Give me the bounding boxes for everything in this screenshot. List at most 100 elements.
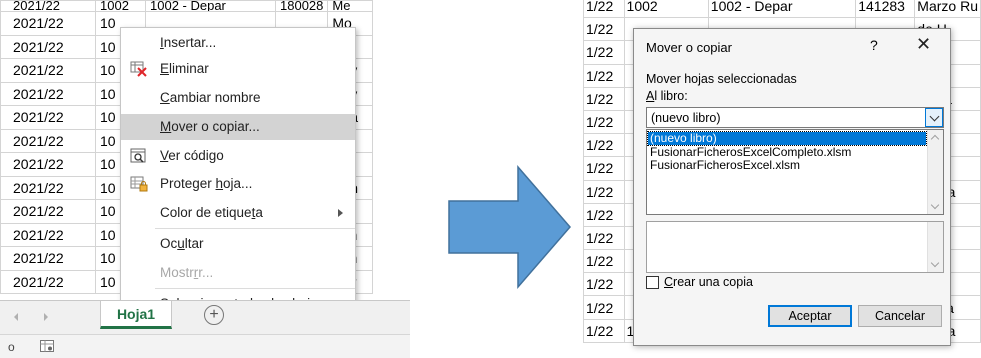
status-text: o	[8, 340, 15, 354]
sheet-context-menu: Insertar... Eliminar Cambiar nombre Move…	[120, 27, 356, 319]
table-cell[interactable]: 1/22	[583, 133, 625, 158]
table-cell[interactable]: 2021/22	[0, 246, 96, 271]
table-cell[interactable]: 2021/22	[0, 81, 96, 106]
table-cell[interactable]: 1002	[623, 0, 709, 19]
dialog-title: Mover o copiar	[646, 40, 732, 55]
table-cell[interactable]: 1/22	[583, 318, 625, 343]
table-cell[interactable]: 1/22	[583, 295, 625, 320]
table-cell[interactable]: 2021/22	[0, 222, 96, 247]
table-cell[interactable]: 2021/22	[0, 199, 96, 224]
menu-item-tab-color-label-b: a	[255, 205, 263, 220]
menu-item-delete[interactable]: Eliminar	[121, 56, 355, 82]
right-arrow-icon	[448, 165, 571, 290]
table-cell[interactable]: 1/22	[583, 202, 625, 227]
menu-item-protect-label-b: oja...	[223, 176, 253, 191]
close-button[interactable]: ✕	[916, 34, 931, 55]
excel-sheet-right: 1/2210021002 - Depar141283Marzo Ru1/22de…	[583, 0, 981, 358]
menu-separator	[155, 288, 355, 289]
status-bar: o	[0, 334, 410, 358]
scroll-up-icon[interactable]	[930, 134, 940, 144]
menu-item-unhide-label-b: r...	[198, 265, 214, 280]
create-copy-checkbox[interactable]	[646, 276, 659, 289]
table-cell[interactable]: 1002 - Depar	[707, 0, 857, 19]
menu-separator	[155, 228, 355, 229]
menu-item-move-copy[interactable]: Mover o copiar...	[121, 114, 355, 140]
prev-sheet-icon[interactable]	[14, 313, 18, 321]
table-cell[interactable]: 2021/22	[0, 152, 96, 177]
table-row: 1/22 1002 1002 - Depar 141283 Marzo Ru	[583, 0, 981, 19]
menu-item-insert[interactable]: Insertar...	[121, 30, 355, 56]
table-cell[interactable]: 2021/22	[0, 11, 96, 36]
sheet-list-scrollbar[interactable]	[927, 222, 943, 272]
dropdown-scrollbar[interactable]	[927, 130, 943, 214]
menu-item-protect-label-a: Proteger	[160, 176, 216, 191]
sheet-tab-bar: Hoja1 +	[0, 300, 410, 334]
accept-button[interactable]: Aceptar	[768, 305, 852, 327]
table-cell[interactable]: 1/22	[583, 109, 625, 135]
menu-item-insert-label: nsertar...	[163, 35, 217, 50]
menu-item-rename-label: ambiar nombre	[169, 90, 261, 105]
to-book-label-rest: l libro:	[654, 89, 688, 103]
scroll-down-icon[interactable]	[930, 200, 940, 210]
menu-item-hide-label-b: ltar	[184, 236, 204, 251]
create-copy-label: Crear una copia	[664, 275, 753, 289]
menu-item-hide-label-a: Oc	[160, 236, 178, 251]
table-row: 2021/22 1002 1002 - Depar 180028 Me	[0, 0, 374, 12]
table-cell[interactable]: 2021/22	[0, 58, 96, 83]
before-sheet-list[interactable]	[646, 221, 944, 273]
combo-dropdown-button[interactable]	[925, 108, 943, 127]
menu-item-move-copy-label: over o copiar...	[171, 119, 260, 134]
excel-sheet-left: 2021/22 1002 1002 - Depar 180028 Me 2021/22 10…	[0, 0, 410, 358]
table-cell[interactable]: 1/22	[583, 225, 625, 251]
book-option[interactable]: (nuevo libro)	[647, 131, 927, 146]
to-book-label: Al libro:	[646, 89, 688, 103]
table-cell[interactable]: Me	[327, 0, 374, 12]
table-cell[interactable]: 1/22	[583, 0, 625, 19]
menu-item-rename[interactable]: Cambiar nombre	[121, 85, 355, 111]
cancel-button[interactable]: Cancelar	[858, 305, 942, 327]
macro-record-icon[interactable]	[40, 340, 54, 352]
table-cell[interactable]: 2021/22	[0, 34, 96, 59]
table-cell[interactable]: 1/22	[583, 179, 625, 204]
table-cell[interactable]: 1/22	[583, 17, 625, 42]
screenshot-stage: 2021/22 1002 1002 - Depar 180028 Me 2021/22 10…	[0, 0, 981, 358]
add-sheet-button[interactable]: +	[204, 305, 224, 325]
menu-item-protect[interactable]: Proteger hoja...	[121, 171, 355, 197]
protect-sheet-icon	[130, 176, 148, 192]
table-cell[interactable]: Marzo Ru	[914, 0, 981, 19]
table-cell[interactable]: 2021/22	[0, 269, 96, 294]
table-cell[interactable]: 2021/22	[0, 0, 96, 12]
table-cell[interactable]: 1/22	[583, 156, 625, 181]
table-cell[interactable]: 1/22	[583, 272, 625, 297]
table-cell[interactable]: 2021/22	[0, 128, 96, 153]
table-cell[interactable]: 1002 - Depar	[145, 0, 276, 12]
menu-item-tab-color[interactable]: Color de etiqueta	[121, 200, 355, 226]
table-cell[interactable]: 180028	[274, 0, 329, 12]
table-cell[interactable]: 1/22	[583, 40, 625, 65]
delete-sheet-icon	[130, 61, 147, 77]
table-cell[interactable]: 1/22	[583, 86, 625, 111]
book-dropdown-list: (nuevo libro) FusionarFicherosExcelCompl…	[646, 129, 944, 215]
book-option[interactable]: FusionarFicherosExcel.xlsm	[648, 159, 926, 172]
table-cell[interactable]: 1/22	[583, 63, 625, 88]
help-button[interactable]: ?	[870, 37, 878, 53]
create-copy-label-rest: rear una copia	[673, 275, 753, 289]
table-cell[interactable]: 1/22	[583, 249, 625, 274]
to-book-combobox[interactable]: (nuevo libro)	[646, 107, 944, 128]
table-cell[interactable]: 141283	[855, 0, 916, 19]
view-code-icon	[130, 148, 146, 163]
menu-item-view-code-label: er código	[168, 148, 224, 163]
scroll-down-icon[interactable]	[930, 258, 940, 268]
table-cell[interactable]: 1002	[95, 0, 146, 12]
menu-item-hide[interactable]: Ocultar	[121, 231, 355, 257]
menu-item-view-code[interactable]: Ver código	[121, 143, 355, 169]
sheet-tab-hoja1[interactable]: Hoja1	[100, 301, 172, 329]
table-cell[interactable]: 2021/22	[0, 175, 96, 200]
menu-item-unhide-label-a: Mostr	[160, 265, 194, 280]
menu-item-delete-label: liminar	[169, 61, 209, 76]
table-cell[interactable]: 2021/22	[0, 105, 96, 130]
move-copy-dialog: Mover o copiar ? ✕ Mover hojas seleccion…	[633, 28, 951, 346]
submenu-arrow-icon	[338, 209, 343, 217]
menu-item-tab-color-label-a: Color de etique	[160, 205, 252, 220]
next-sheet-icon[interactable]	[44, 313, 48, 321]
